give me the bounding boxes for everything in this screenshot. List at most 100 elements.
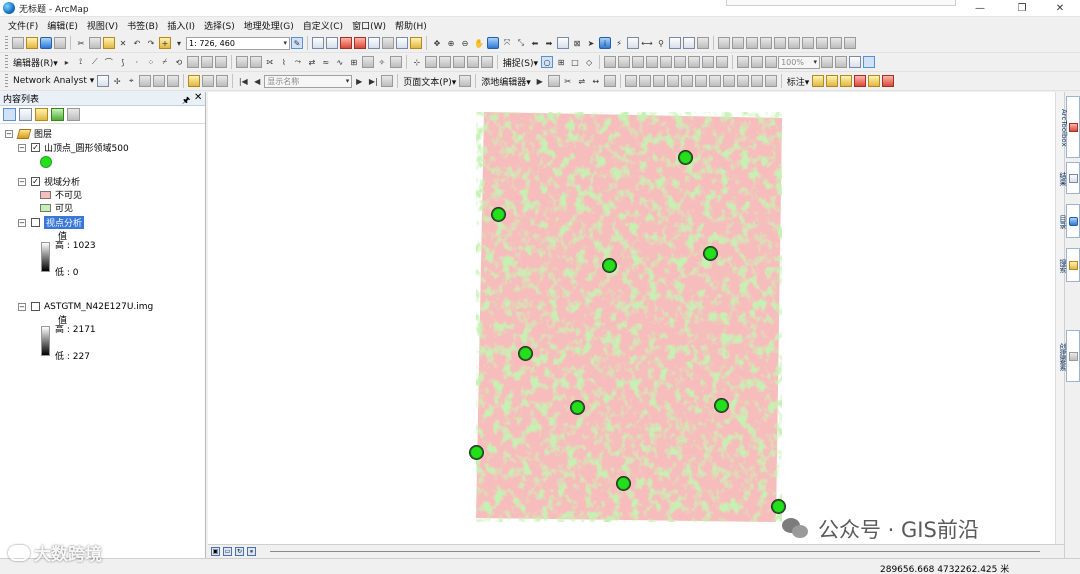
network-analyst-window-icon[interactable]: [97, 75, 110, 87]
layer-row-peaks[interactable]: − ✓ 山顶点_圆形领域500: [18, 141, 129, 154]
modify-edge-icon[interactable]: ⤳: [292, 56, 304, 68]
versioning-icon[interactable]: [480, 56, 493, 68]
align-graphics-icon[interactable]: [722, 75, 735, 87]
zoom-in-icon[interactable]: ⊕: [445, 37, 457, 49]
error-inspector-icon[interactable]: [361, 56, 374, 68]
spatial-adjust-icon[interactable]: ⊹: [411, 56, 423, 68]
minimize-button[interactable]: —: [960, 0, 1000, 17]
map-vertical-scrollbar[interactable]: [1055, 92, 1064, 544]
midpoint-icon[interactable]: ⁘: [145, 56, 157, 68]
lock-labels-icon[interactable]: [826, 75, 839, 87]
dock-tab-arctoolbox[interactable]: ArcToolbox: [1060, 96, 1080, 158]
peak-point-marker[interactable]: [470, 446, 483, 459]
attributes-icon[interactable]: [186, 56, 199, 68]
edit-vertices-icon[interactable]: ⟟: [75, 56, 87, 68]
menu-geoprocessing[interactable]: 地理处理(G): [242, 19, 301, 32]
georef-snap-icon[interactable]: [603, 75, 616, 87]
labeling-menu[interactable]: 标注▾: [787, 75, 810, 88]
peak-point-marker[interactable]: [715, 399, 728, 412]
first-page-icon[interactable]: |◀: [237, 75, 249, 87]
toolbar-grip[interactable]: [5, 74, 8, 88]
add-data-icon[interactable]: +: [159, 37, 171, 49]
end-point-arc-icon[interactable]: ⌒: [103, 56, 115, 68]
label-weight-icon[interactable]: [882, 75, 895, 87]
menu-edit[interactable]: 编辑(E): [45, 19, 85, 32]
menu-customize[interactable]: 自定义(C): [301, 19, 350, 32]
collapse-icon[interactable]: −: [18, 143, 26, 152]
distribute-graphics-icon[interactable]: [736, 75, 749, 87]
layout-zoom-out-icon[interactable]: [751, 56, 764, 68]
layer-row-observer-points[interactable]: − 视点分析: [18, 216, 85, 229]
pan-icon[interactable]: ✥: [431, 37, 443, 49]
copy-icon[interactable]: [89, 37, 101, 49]
draw-rectangle-icon[interactable]: [624, 75, 637, 87]
smooth-icon[interactable]: ∿: [334, 56, 346, 68]
view-link-table-icon[interactable]: [674, 56, 687, 68]
map-horizontal-scrollbar[interactable]: [270, 551, 1040, 552]
shift-raster-icon[interactable]: [702, 56, 715, 68]
list-by-visibility-icon[interactable]: [35, 108, 48, 121]
data-driven-pages-icon[interactable]: [863, 56, 876, 68]
split-tool-icon[interactable]: ⌿: [159, 56, 171, 68]
menu-windows[interactable]: 窗口(W): [350, 19, 393, 32]
geometric-network-icon[interactable]: [466, 56, 479, 68]
data-view-icon[interactable]: ▣: [211, 547, 220, 556]
georef-fit-icon[interactable]: [632, 56, 645, 68]
contrast-icon[interactable]: [788, 37, 800, 49]
cut-icon[interactable]: ✂: [75, 37, 87, 49]
editor-menu[interactable]: 编辑器(R)▾: [13, 56, 58, 69]
peak-point-marker[interactable]: [519, 347, 532, 360]
hyperlink-icon[interactable]: ⚡: [613, 37, 625, 49]
label-priority-icon[interactable]: [868, 75, 881, 87]
draw-order-icon[interactable]: [830, 37, 842, 49]
last-page-icon[interactable]: ▶|: [367, 75, 379, 87]
trace-icon[interactable]: ⟆: [117, 56, 129, 68]
peak-point-marker[interactable]: [571, 401, 584, 414]
draw-text-icon[interactable]: [680, 75, 693, 87]
search-window-icon[interactable]: [340, 37, 352, 49]
collapse-icon[interactable]: −: [18, 177, 26, 186]
fixed-zoom-in-icon[interactable]: ⤧: [501, 37, 513, 49]
legend-point-symbol[interactable]: [40, 155, 52, 169]
arctoolbox-icon[interactable]: [354, 37, 366, 49]
validate-topology-icon[interactable]: ⊞: [348, 56, 360, 68]
menu-bookmarks[interactable]: 书签(B): [125, 19, 165, 32]
new-document-icon[interactable]: [12, 37, 24, 49]
fix-topology-icon[interactable]: ✧: [376, 56, 388, 68]
editor-toolbar-toggle-icon[interactable]: ✎: [291, 37, 303, 49]
group-graphics-icon[interactable]: [694, 75, 707, 87]
topology-icon[interactable]: [235, 56, 248, 68]
collapse-icon[interactable]: −: [18, 218, 26, 227]
add-control-points-icon[interactable]: [660, 56, 673, 68]
table-of-contents-icon[interactable]: [312, 37, 324, 49]
flicker-icon[interactable]: [774, 37, 786, 49]
network-analyst-menu[interactable]: Network Analyst ▾: [13, 76, 94, 86]
animation-icon[interactable]: [202, 75, 215, 87]
toggle-draft-mode-icon[interactable]: [821, 56, 834, 68]
redo-icon[interactable]: ↷: [145, 37, 157, 49]
select-move-location-icon[interactable]: ⌖: [125, 75, 137, 87]
previous-extent-icon[interactable]: ⬅: [529, 37, 541, 49]
find-route-icon[interactable]: [669, 37, 681, 49]
toolbar-grip[interactable]: [5, 55, 8, 69]
collapse-icon[interactable]: −: [5, 129, 13, 138]
label-manager-icon[interactable]: [188, 75, 201, 87]
dock-tab-create-features[interactable]: 创建要素: [1059, 330, 1080, 382]
refresh-pages-icon[interactable]: [381, 75, 394, 87]
georef-update-icon[interactable]: [604, 56, 617, 68]
parcel-icon[interactable]: [424, 56, 437, 68]
georef-move-icon[interactable]: ↔: [590, 75, 602, 87]
directions-icon[interactable]: [167, 75, 180, 87]
peak-point-marker[interactable]: [704, 247, 717, 260]
cogo-icon[interactable]: [438, 56, 451, 68]
shared-features-icon[interactable]: [389, 56, 402, 68]
goto-xy-icon[interactable]: [683, 37, 695, 49]
previous-page-icon[interactable]: ◀: [251, 75, 263, 87]
open-folder-icon[interactable]: [26, 37, 38, 49]
list-by-drawing-order-icon[interactable]: [3, 108, 16, 121]
display-field-combo[interactable]: 显示名称 ▾: [264, 74, 353, 88]
next-extent-icon[interactable]: ➡: [543, 37, 555, 49]
end-snapping-icon[interactable]: ⊞: [555, 56, 567, 68]
maximize-button[interactable]: ❐: [1002, 0, 1042, 17]
rotate-icon[interactable]: ⟲: [173, 56, 185, 68]
